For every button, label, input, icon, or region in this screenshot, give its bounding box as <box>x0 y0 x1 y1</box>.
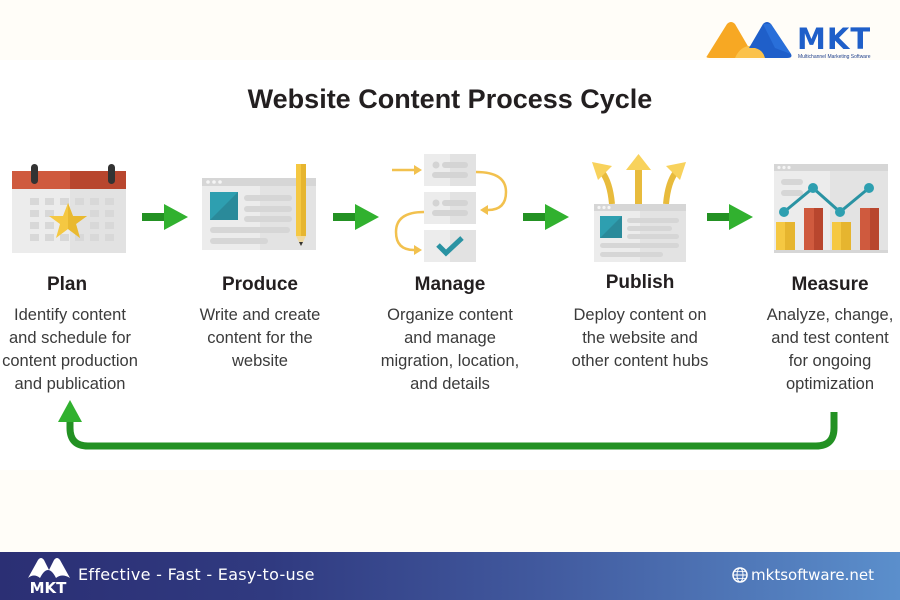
step-title-measure: Measure <box>791 274 869 295</box>
mkt-logo-mark-icon <box>706 22 792 58</box>
webpage-broadcast-icon <box>592 154 686 262</box>
step-title-plan: Plan <box>46 274 88 295</box>
bottom-band <box>0 470 900 552</box>
step-title-produce: Produce <box>221 274 299 295</box>
next-step-arrow-icon <box>707 204 753 230</box>
footer-banner: MKT Effective - Fast - Easy-to-use mktso… <box>0 552 900 600</box>
step-description-publish: Deploy content on the website and other … <box>571 306 709 370</box>
brand-subtitle: Multichannel Marketing Software <box>798 54 871 60</box>
cycle-return-arrow-icon <box>58 400 838 450</box>
step-title-publish: Publish <box>605 272 675 293</box>
workflow-checklist-icon <box>392 154 508 262</box>
page-title: Website Content Process Cycle <box>247 84 653 114</box>
brand-logo[interactable]: MKT Multichannel Marketing Software <box>705 18 885 64</box>
footer-mkt-logo-icon: MKT <box>28 558 70 597</box>
next-step-arrow-icon <box>523 204 569 230</box>
globe-icon <box>732 567 748 583</box>
step-title-manage: Manage <box>414 274 486 295</box>
step-description-plan: Identify content and schedule for conten… <box>2 306 138 393</box>
step-description-manage: Organize content and manage migration, l… <box>380 306 520 393</box>
analytics-chart-icon <box>774 164 888 253</box>
step-description-measure: Analyze, change, and test content for on… <box>766 306 894 393</box>
footer-logo-text: MKT <box>30 579 68 597</box>
next-step-arrow-icon <box>333 204 379 230</box>
website-url: mktsoftware.net <box>751 566 874 584</box>
next-step-arrow-icon <box>142 204 188 230</box>
brand-name: MKT <box>797 22 872 56</box>
calendar-star-icon <box>12 164 126 253</box>
step-description-produce: Write and create content for the website <box>199 306 321 370</box>
webpage-pencil-icon <box>202 164 316 250</box>
website-link[interactable]: mktsoftware.net <box>732 566 874 584</box>
footer-tagline: Effective - Fast - Easy-to-use <box>78 565 315 584</box>
